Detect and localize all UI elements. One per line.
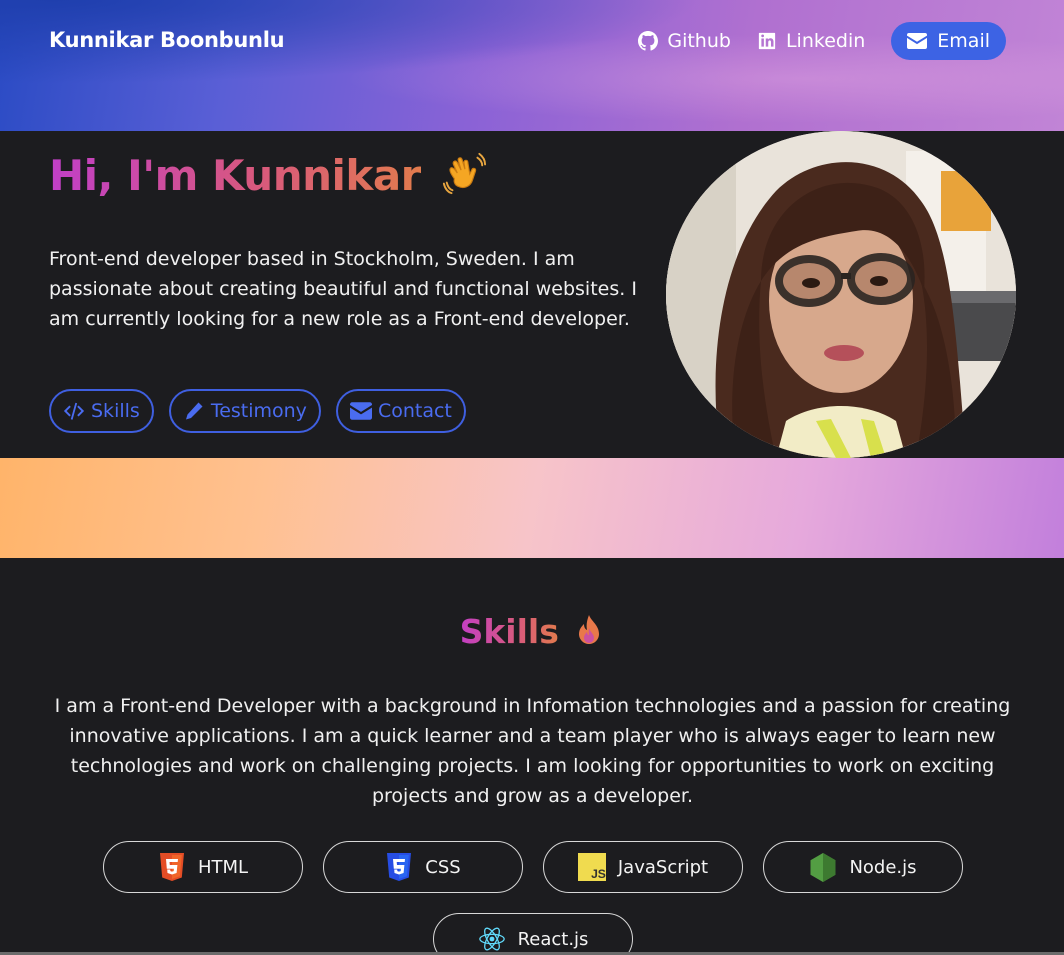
- nav-github-label: Github: [667, 30, 731, 52]
- skill-chip-node: Node.js: [763, 841, 963, 893]
- nodejs-icon: [810, 853, 836, 882]
- skill-chip-label: CSS: [425, 856, 461, 878]
- skills-button-label: Skills: [91, 400, 140, 422]
- hero-greeting: Hi, I'm Kunnikar: [49, 151, 421, 200]
- code-icon: [63, 402, 85, 420]
- skill-chip-label: Node.js: [849, 856, 917, 878]
- css3-icon: [387, 853, 412, 881]
- testimony-button-label: Testimony: [210, 400, 307, 422]
- brand-name[interactable]: Kunnikar Boonbunlu: [49, 28, 285, 52]
- testimony-button[interactable]: Testimony: [168, 389, 321, 433]
- skill-chip-label: JavaScript: [617, 856, 709, 878]
- fire-icon: [579, 615, 600, 644]
- gradient-divider: [0, 458, 1064, 558]
- javascript-icon: JS: [577, 853, 606, 881]
- skill-chip-css: CSS: [323, 841, 523, 893]
- hero-title: Hi, I'm Kunnikar: [49, 150, 487, 200]
- skill-chip-react: React.js: [433, 913, 633, 955]
- react-icon: [478, 927, 505, 951]
- skills-heading: Skills: [459, 612, 559, 651]
- envelope-icon: [907, 33, 928, 49]
- html5-icon: [159, 853, 184, 881]
- github-icon: [638, 31, 659, 51]
- contact-button-label: Contact: [377, 400, 452, 422]
- skills-description: I am a Front-end Developer with a backgr…: [54, 695, 1011, 807]
- skill-chip-label: React.js: [517, 928, 589, 950]
- skills-title: Skills: [0, 612, 1064, 651]
- waving-hand-icon: [442, 152, 487, 195]
- skills-button[interactable]: Skills: [49, 389, 154, 433]
- nav-github-link[interactable]: Github: [638, 30, 731, 52]
- svg-text:JS: JS: [591, 867, 606, 881]
- contact-button[interactable]: Contact: [335, 389, 466, 433]
- nav-linkedin-link[interactable]: Linkedin: [757, 30, 865, 52]
- pencil-icon: [185, 402, 203, 420]
- skill-chip-label: HTML: [197, 856, 249, 878]
- avatar: [666, 131, 1016, 458]
- skill-chips: HTML CSS JS JavaScript Node.js React.js: [103, 841, 963, 955]
- nav-email-button[interactable]: Email: [891, 22, 1006, 60]
- nav-email-label: Email: [937, 30, 990, 52]
- hero-description: Front-end developer based in Stockholm, …: [49, 248, 637, 330]
- skill-chip-javascript: JS JavaScript: [543, 841, 743, 893]
- header: Kunnikar Boonbunlu Github Linkedin Email: [0, 0, 1064, 131]
- hero-buttons: Skills Testimony Contact: [49, 389, 466, 433]
- skill-chip-html: HTML: [103, 841, 303, 893]
- linkedin-icon: [758, 32, 776, 50]
- envelope-icon: [349, 402, 372, 420]
- nav-linkedin-label: Linkedin: [785, 30, 866, 52]
- top-nav: Github Linkedin Email: [638, 22, 1006, 60]
